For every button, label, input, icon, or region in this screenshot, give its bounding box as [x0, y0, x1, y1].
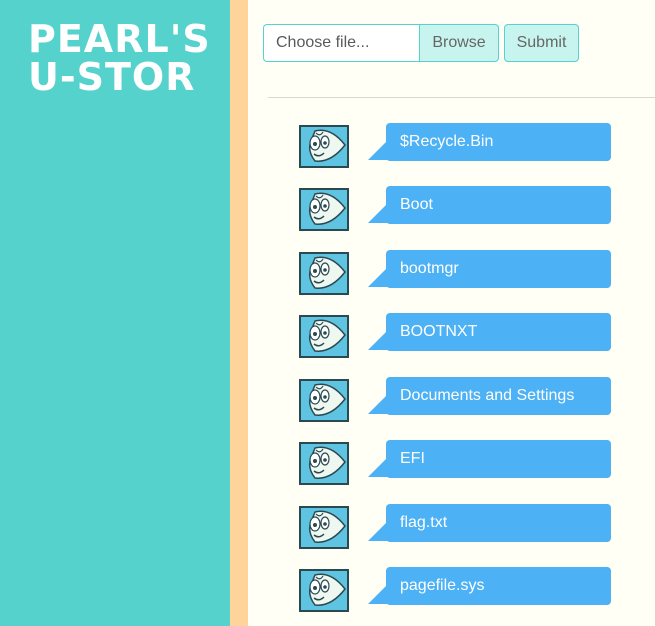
divider: [268, 97, 655, 98]
pearl-avatar-icon: [299, 379, 349, 422]
browse-button[interactable]: Browse: [419, 24, 499, 62]
bubble-tail: [368, 394, 388, 414]
sidebar: PEARL'S U-STOR: [0, 0, 230, 626]
file-link[interactable]: bootmgr: [386, 250, 611, 288]
list-item: $Recycle.Bin: [248, 123, 655, 168]
pearl-avatar-icon: [299, 125, 349, 168]
list-item: bootmgr: [248, 250, 655, 295]
bubble-tail: [368, 267, 388, 287]
upload-form: Choose file... Browse Submit: [263, 24, 579, 62]
list-item: BOOTNXT: [248, 313, 655, 358]
file-link[interactable]: EFI: [386, 440, 611, 478]
file-link[interactable]: Documents and Settings: [386, 377, 611, 415]
list-item: Documents and Settings: [248, 377, 655, 422]
file-link[interactable]: BOOTNXT: [386, 313, 611, 351]
list-item: flag.txt: [248, 504, 655, 549]
pearl-avatar-icon: [299, 252, 349, 295]
file-link[interactable]: flag.txt: [386, 504, 611, 542]
bubble-tail: [368, 457, 388, 477]
list-item: pagefile.sys: [248, 567, 655, 612]
logo-line-1: PEARL'S: [28, 17, 211, 61]
pearl-avatar-icon: [299, 188, 349, 231]
submit-button[interactable]: Submit: [504, 24, 579, 62]
pearl-avatar-icon: [299, 315, 349, 358]
pearl-avatar-icon: [299, 506, 349, 549]
accent-stripe: [230, 0, 248, 626]
bubble-tail: [368, 203, 388, 223]
bubble-tail: [368, 140, 388, 160]
file-link[interactable]: pagefile.sys: [386, 567, 611, 605]
logo-line-2: U-STOR: [28, 55, 196, 99]
bubble-tail: [368, 330, 388, 350]
file-input[interactable]: Choose file...: [263, 24, 419, 62]
pearl-avatar-icon: [299, 569, 349, 612]
file-link[interactable]: $Recycle.Bin: [386, 123, 611, 161]
bubble-tail: [368, 584, 388, 604]
pearl-avatar-icon: [299, 442, 349, 485]
list-item: EFI: [248, 440, 655, 485]
bubble-tail: [368, 521, 388, 541]
file-link[interactable]: Boot: [386, 186, 611, 224]
list-item: Boot: [248, 186, 655, 231]
site-logo[interactable]: PEARL'S U-STOR: [28, 17, 211, 99]
main-content: Choose file... Browse Submit $Recycle.Bi…: [248, 0, 655, 626]
